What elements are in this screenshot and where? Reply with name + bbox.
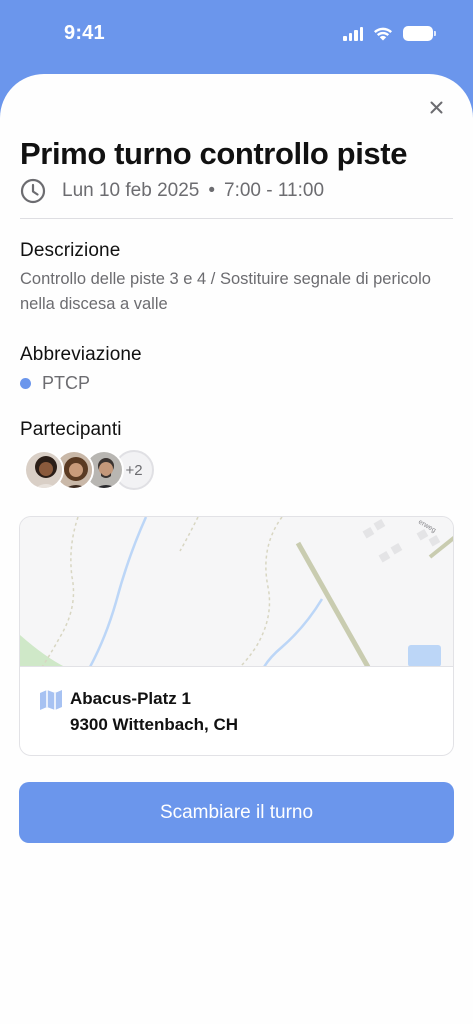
shift-datetime: Lun 10 feb 2025 • 7:00 - 11:00 [20,178,324,204]
abbreviation-color-dot [20,378,31,389]
map-icon [40,690,62,710]
location-card[interactable]: erweg Abacus-Platz 1 9300 Wittenbach, CH [19,516,454,756]
datetime-separator: • [208,180,216,201]
description-text: Controllo delle piste 3 e 4 / Sostituire… [20,270,431,313]
status-bar: 9:41 [0,0,473,70]
shift-detail-sheet: Primo turno controllo piste Lun 10 feb 2… [0,74,473,1024]
description-label: Descrizione [20,240,121,261]
swap-shift-button[interactable]: Scambiare il turno [19,782,454,843]
avatar[interactable] [24,450,64,490]
divider [20,218,453,219]
abbreviation-label: Abbreviazione [20,344,142,365]
battery-icon [403,26,436,41]
shift-time-range: 7:00 - 11:00 [224,180,325,201]
wifi-icon [374,27,392,41]
cellular-signal-icon [343,26,363,41]
shift-date: Lun 10 feb 2025 [62,180,200,201]
address-city: 9300 Wittenbach, CH [70,715,238,734]
abbreviation-row: PTCP [20,373,90,394]
address-box: Abacus-Platz 1 9300 Wittenbach, CH [20,666,453,755]
phone-screen: 9:41 Primo turno controllo piste Lun 10 … [0,0,473,1024]
shift-title: Primo turno controllo piste [20,136,408,171]
map-view[interactable]: erweg [20,517,454,667]
close-button[interactable] [425,96,447,118]
close-icon [430,101,442,113]
status-time: 9:41 [64,22,105,44]
person-avatar-icon [26,452,62,488]
status-icons [343,26,436,41]
clock-icon [20,178,46,204]
participant-avatars[interactable]: +2 [24,450,154,490]
address-street: Abacus-Platz 1 [70,689,191,708]
abbreviation-value: PTCP [42,373,91,393]
participants-label: Partecipanti [20,419,122,440]
more-participants-count: +2 [125,461,143,479]
